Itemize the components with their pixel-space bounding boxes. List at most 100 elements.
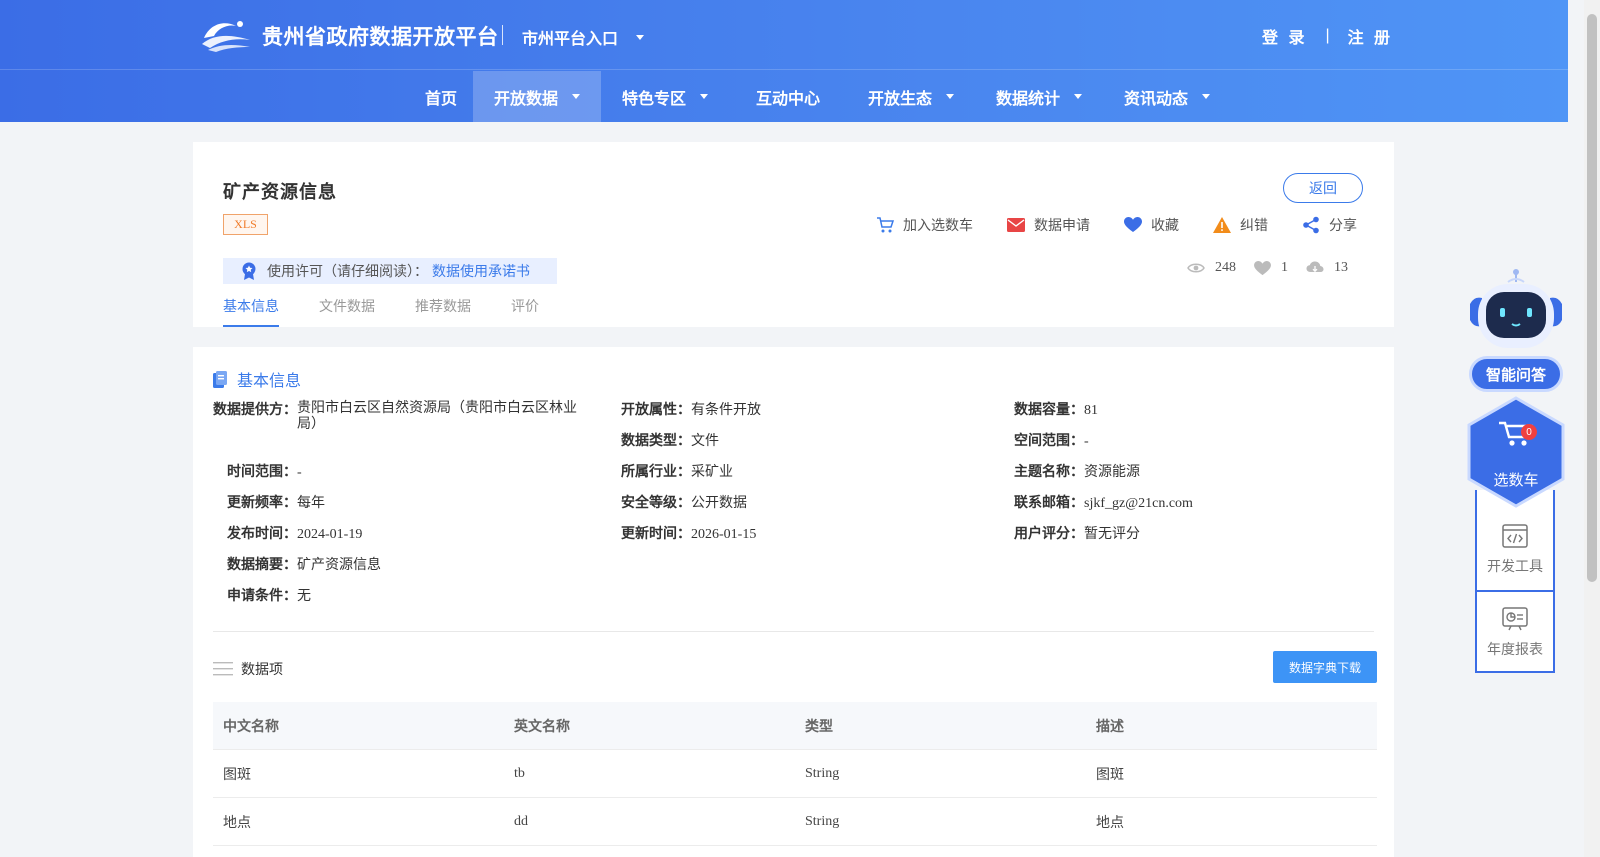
spatial-range-field: 空间范围：-: [1014, 432, 1089, 450]
open-attribute-value: 有条件开放: [691, 403, 761, 418]
tab-reviews[interactable]: 评价: [511, 292, 539, 327]
data-apply-label: 数据申请: [1034, 219, 1090, 234]
security-level-field: 安全等级：公开数据: [621, 494, 747, 512]
site-title[interactable]: 贵州省政府数据开放平台: [262, 21, 499, 51]
add-to-cart-button[interactable]: 加入选数车: [876, 215, 973, 235]
data-items-heading: 数据项: [213, 659, 283, 679]
column-header: 英文名称: [514, 717, 570, 734]
dataset-actions: 加入选数车 数据申请 收藏 纠错 分享: [876, 214, 1357, 236]
nav-statistics[interactable]: 数据统计: [975, 71, 1103, 122]
dataset-stats: 248 1 13: [1187, 260, 1366, 276]
data-capacity-field: 数据容量：81: [1014, 401, 1098, 419]
cart-count-badge: 0: [1521, 424, 1537, 440]
user-rating-label: 用户评分：: [1014, 525, 1084, 541]
city-platform-label: 市州平台入口: [522, 31, 619, 48]
update-time-label: 更新时间：: [621, 525, 691, 541]
report-error-label: 纠错: [1240, 219, 1268, 234]
table-cell: String: [805, 765, 840, 781]
summary-value: 矿产资源信息: [297, 558, 381, 573]
page-scrollbar[interactable]: [1584, 0, 1600, 857]
back-button[interactable]: 返回: [1283, 173, 1363, 203]
open-attribute-field: 开放属性：有条件开放: [621, 401, 761, 419]
table-cell: 地点: [1096, 815, 1124, 831]
summary-field: 数据摘要：矿产资源信息: [227, 556, 381, 574]
apply-condition-value: 无: [297, 589, 311, 604]
table-cell: 图斑: [1096, 767, 1124, 783]
dev-tools-label: 开发工具: [1487, 560, 1543, 575]
document-icon: [213, 370, 227, 388]
views-count: 248: [1215, 260, 1236, 275]
login-link[interactable]: 登 录: [1262, 24, 1307, 48]
share-button[interactable]: 分享: [1302, 215, 1357, 235]
dev-tools-button[interactable]: 开发工具: [1477, 510, 1553, 590]
cart-hexagon-button[interactable]: [1466, 396, 1566, 508]
chevron-down-icon: [572, 94, 580, 99]
robot-assistant-icon[interactable]: [1468, 268, 1564, 350]
nav-interaction[interactable]: 互动中心: [729, 71, 847, 122]
site-logo-icon[interactable]: [200, 16, 252, 52]
share-icon: [1303, 216, 1319, 234]
update-time-value: 2026-01-15: [691, 527, 757, 542]
side-tools-panel: 开发工具 年度报表: [1475, 490, 1555, 673]
basic-info-card: 基本信息 数据提供方： 贵阳市白云区自然资源局（贵阳市白云区林业局） 时间范围：…: [193, 347, 1394, 857]
views-stat: 248: [1187, 260, 1236, 276]
column-header: 描述: [1096, 717, 1124, 734]
nav-open-ecology[interactable]: 开放生态: [847, 71, 975, 122]
table-row: 地点 dd String 地点: [213, 798, 1377, 846]
nav-special-zone[interactable]: 特色专区: [601, 71, 729, 122]
nav-label: 特色专区: [621, 90, 686, 108]
cart-label: 选数车: [1493, 472, 1539, 489]
update-frequency-value: 每年: [297, 496, 325, 511]
apply-condition-field: 申请条件：无: [227, 587, 311, 605]
data-apply-button[interactable]: 数据申请: [1007, 215, 1090, 235]
title-divider: [502, 25, 503, 45]
mail-icon: [1007, 218, 1025, 232]
nav-news[interactable]: 资讯动态: [1103, 71, 1231, 122]
report-error-button[interactable]: 纠错: [1213, 215, 1268, 235]
industry-field: 所属行业：采矿业: [621, 463, 733, 481]
license-bar: 使用许可（请仔细阅读）： 数据使用承诺书: [223, 258, 557, 284]
data-type-field: 数据类型：文件: [621, 432, 719, 450]
register-link[interactable]: 注 册: [1348, 24, 1393, 48]
security-level-label: 安全等级：: [621, 494, 691, 510]
annual-report-button[interactable]: 年度报表: [1477, 593, 1553, 673]
column-header: 中文名称: [223, 717, 279, 734]
tab-recommended-data[interactable]: 推荐数据: [415, 292, 471, 327]
cart-icon: [877, 217, 894, 233]
city-platform-dropdown[interactable]: 市州平台入口: [522, 25, 645, 49]
user-rating-value: 暂无评分: [1084, 527, 1140, 542]
industry-value: 采矿业: [691, 465, 733, 480]
chevron-down-icon: [946, 94, 954, 99]
warning-icon: [1213, 217, 1231, 233]
nav-open-data[interactable]: 开放数据: [473, 71, 601, 122]
contact-email-field: 联系邮箱：sjkf_gz@21cn.com: [1014, 494, 1193, 512]
basic-info-heading: 基本信息: [213, 367, 301, 391]
column-header: 类型: [805, 717, 833, 734]
time-range-value: -: [297, 465, 302, 480]
chevron-down-icon: [1202, 94, 1210, 99]
publish-time-field: 发布时间：2024-01-19: [227, 525, 362, 543]
data-capacity-value: 81: [1084, 403, 1098, 418]
provider-field: 数据提供方： 贵阳市白云区自然资源局（贵阳市白云区林业局）: [213, 401, 582, 433]
chevron-down-icon: [700, 94, 708, 99]
scrollbar-thumb[interactable]: [1587, 14, 1597, 582]
tab-basic-info[interactable]: 基本信息: [223, 292, 279, 327]
dictionary-download-button[interactable]: 数据字典下载: [1273, 651, 1377, 683]
smart-qa-button[interactable]: 智能问答: [1469, 356, 1563, 392]
nav-label: 互动中心: [755, 90, 820, 108]
side-divider: [1477, 590, 1553, 592]
downloads-stat: 13: [1306, 260, 1348, 276]
time-range-field: 时间范围：-: [227, 463, 302, 481]
spatial-range-value: -: [1084, 434, 1089, 449]
open-attribute-label: 开放属性：: [621, 401, 691, 417]
license-link[interactable]: 数据使用承诺书: [432, 261, 530, 281]
update-frequency-label: 更新频率：: [227, 494, 297, 510]
nav-label: 数据统计: [995, 90, 1060, 108]
tab-file-data[interactable]: 文件数据: [319, 292, 375, 327]
favorite-button[interactable]: 收藏: [1124, 215, 1179, 235]
publish-time-label: 发布时间：: [227, 525, 297, 541]
industry-label: 所属行业：: [621, 463, 691, 479]
heart-outline-icon: [1254, 260, 1271, 275]
add-to-cart-label: 加入选数车: [903, 219, 973, 234]
data-items-title: 数据项: [241, 663, 283, 678]
